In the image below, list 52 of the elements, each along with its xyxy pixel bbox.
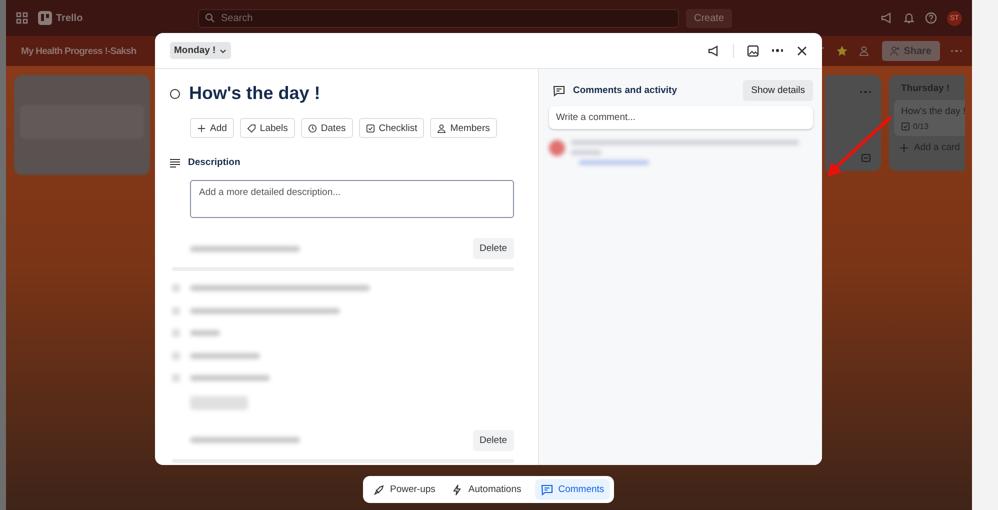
lightning-icon <box>451 484 464 496</box>
add-person-icon <box>890 46 900 56</box>
checklist-count: 0/13 <box>913 122 929 131</box>
plus-icon <box>197 124 206 132</box>
blur-patch <box>172 306 180 315</box>
help-icon[interactable] <box>925 12 937 24</box>
action-button[interactable]: Labels <box>240 118 295 138</box>
megaphone-icon[interactable] <box>708 44 720 56</box>
caret-icon <box>218 46 227 54</box>
comment-icon <box>553 84 565 96</box>
plus-icon <box>899 142 909 152</box>
list-dropdown[interactable]: Monday ! <box>170 42 231 59</box>
comment-icon <box>541 484 554 496</box>
tag-icon <box>246 124 256 132</box>
complete-checkbox[interactable] <box>170 88 180 98</box>
card-title: How's the day ! <box>901 106 965 117</box>
app-name: Trello <box>56 12 84 24</box>
show-details-button[interactable]: Show details <box>743 80 813 101</box>
blurred-text <box>190 330 220 336</box>
toolbar-tab[interactable]: Power-ups <box>367 479 442 500</box>
blur-patch <box>172 374 180 382</box>
action-button[interactable]: Checklist <box>358 118 424 138</box>
apps-grid-icon[interactable] <box>16 12 28 24</box>
blur-patch <box>172 284 180 292</box>
toolbar-tab[interactable]: Comments <box>535 479 610 500</box>
section-heading: Comments and activity <box>573 85 677 96</box>
toolbar-tab[interactable]: Automations <box>445 479 528 500</box>
search-field[interactable]: Search <box>198 8 679 28</box>
rocket-icon <box>373 484 385 496</box>
blurred-text <box>190 352 260 359</box>
star-icon[interactable] <box>836 45 848 57</box>
blur-patch <box>172 352 180 360</box>
trello-logo-icon[interactable] <box>38 11 52 25</box>
delete-button[interactable]: Delete <box>472 238 514 259</box>
blur-patch <box>172 329 180 338</box>
action-button[interactable]: Add <box>190 118 234 138</box>
checkbox-icon <box>366 124 375 132</box>
card-title[interactable]: How's the day ! <box>189 83 320 104</box>
person-icon <box>437 124 446 132</box>
bell-icon[interactable] <box>903 12 915 24</box>
clock-icon <box>308 124 317 132</box>
delete-button[interactable]: Delete <box>472 430 514 450</box>
people-icon[interactable] <box>858 45 871 57</box>
comment-field[interactable]: Write a comment... <box>549 106 813 129</box>
checklist-icon <box>901 122 910 131</box>
action-button[interactable]: Dates <box>300 118 353 138</box>
action-button[interactable]: Members <box>430 118 497 138</box>
image-icon[interactable] <box>746 44 758 56</box>
description-field[interactable]: Add a more detailed description... <box>190 180 514 218</box>
close-icon[interactable] <box>796 44 808 56</box>
section-heading: Description <box>188 157 240 168</box>
description-icon <box>170 158 180 168</box>
